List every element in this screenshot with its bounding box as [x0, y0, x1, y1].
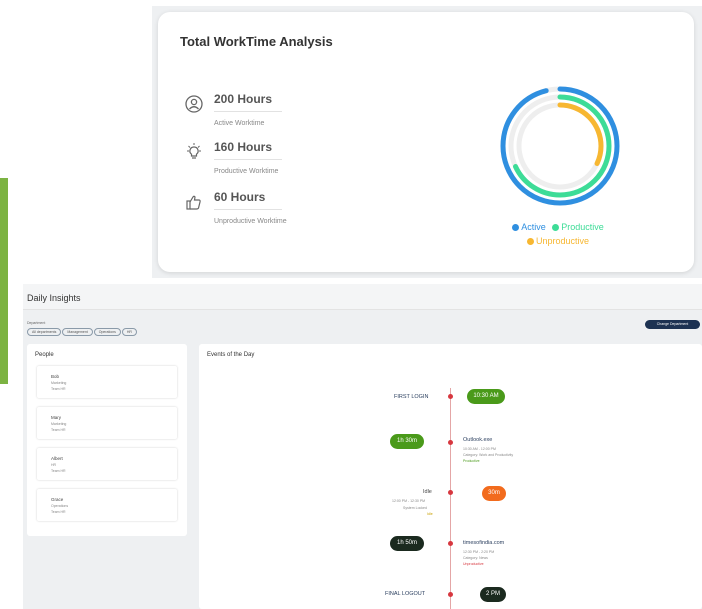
idle-time: 12:00 PM - 12:30 PM [392, 499, 426, 503]
metric-value: 60 Hours [214, 190, 266, 204]
legend-item-unproductive: Unproductive [526, 234, 590, 248]
people-panel: People Bob Marketing Team HR Mary Market… [27, 344, 187, 536]
metric-label: Active Worktime [214, 120, 265, 127]
department-filters: All departments Management Operations HR [27, 328, 138, 338]
chart-legend: Active Productive Unproductive [488, 220, 628, 248]
lightbulb-icon [187, 143, 201, 159]
person-team: Team HR [51, 469, 66, 473]
timesofindia-time: 12:30 PM - 2:20 PM [463, 550, 495, 554]
timesofindia-category: Category: News [463, 556, 488, 560]
department-label: Department [27, 321, 46, 325]
person-name: Mary [51, 415, 61, 420]
divider [214, 159, 282, 160]
divider [214, 209, 282, 210]
chip-hr[interactable]: HR [121, 328, 137, 336]
legend-label: Active [521, 222, 546, 232]
worktime-title: Total WorkTime Analysis [180, 34, 333, 49]
legend-label: Unproductive [535, 236, 590, 246]
idle-note: System Locked [403, 506, 427, 510]
outlook-time: 10:30 AM - 12:00 PM [463, 447, 496, 451]
user-circle-icon [185, 95, 203, 113]
chip-management[interactable]: Management [62, 328, 93, 336]
first-login-label: FIRST LOGIN [394, 394, 429, 400]
divider [214, 111, 282, 112]
idle-tag: Idle [427, 512, 433, 516]
idle-duration: 30m [482, 486, 506, 501]
metric-unproductive: 60 Hours Unproductive Worktime [184, 190, 324, 230]
person-role: HR [51, 463, 57, 467]
chip-operations[interactable]: Operations [93, 328, 121, 336]
person-card[interactable]: Grace Operations Team HR [37, 489, 177, 521]
idle-label: Idle [423, 489, 432, 495]
outlook-category: Category: Work and Productivity [463, 453, 514, 457]
person-team: Team HR [51, 510, 66, 514]
legend-item-active: Active [512, 220, 546, 234]
legend-dot [512, 224, 520, 231]
final-logout-time: 2 PM [480, 587, 506, 602]
people-title: People [35, 352, 54, 358]
final-logout-label: FINAL LOGOUT [385, 591, 426, 597]
outlook-duration: 1h 30m [390, 434, 424, 449]
accent-bar [0, 178, 8, 384]
metric-value: 160 Hours [214, 140, 273, 154]
person-role: Marketing [51, 381, 67, 385]
first-login-time: 10:30 AM [467, 389, 505, 404]
timesofindia-duration: 1h 50m [390, 536, 424, 551]
timeline-dot [448, 541, 453, 546]
legend-dot [526, 238, 534, 245]
person-card[interactable]: Albert HR Team HR [37, 448, 177, 480]
timesofindia-tag: Unproductive [463, 562, 484, 566]
change-department-button[interactable]: Change Department [645, 320, 700, 329]
person-card[interactable]: Mary Marketing Team HR [37, 407, 177, 439]
events-panel: Events of the Day FIRST LOGIN 10:30 AM 1… [199, 344, 702, 609]
metric-value: 200 Hours [214, 92, 273, 106]
person-role: Operations [51, 504, 69, 508]
legend-dot [552, 224, 560, 231]
daily-insights-header: Daily Insights [23, 284, 702, 310]
timeline-dot [448, 394, 453, 399]
legend-item-productive: Productive [552, 220, 604, 234]
person-team: Team HR [51, 387, 66, 391]
daily-insights-title: Daily Insights [27, 293, 81, 303]
timesofindia-site: timesofindia.com [463, 540, 505, 546]
timeline-dot [448, 592, 453, 597]
timeline-dot [448, 490, 453, 495]
hand-down-icon [186, 195, 201, 210]
metric-label: Unproductive Worktime [214, 218, 287, 225]
metric-label: Productive Worktime [214, 168, 279, 175]
person-role: Marketing [51, 422, 67, 426]
events-title: Events of the Day [207, 352, 255, 358]
worktime-donut-chart [500, 86, 620, 206]
chip-all-departments[interactable]: All departments [27, 328, 62, 336]
outlook-tag: Productive [463, 459, 480, 463]
person-name: Grace [51, 497, 64, 502]
legend-label: Productive [561, 222, 604, 232]
timeline-dot [448, 440, 453, 445]
person-card[interactable]: Bob Marketing Team HR [37, 366, 177, 398]
person-name: Bob [51, 374, 60, 379]
metric-active: 200 Hours Active Worktime [184, 92, 324, 132]
person-team: Team HR [51, 428, 66, 432]
metric-productive: 160 Hours Productive Worktime [184, 140, 324, 180]
timeline-line [450, 388, 451, 609]
outlook-app: Outlook.exe [463, 437, 493, 443]
person-name: Albert [51, 456, 63, 461]
worktime-card: Total WorkTime Analysis 200 Hours Active… [158, 12, 694, 272]
